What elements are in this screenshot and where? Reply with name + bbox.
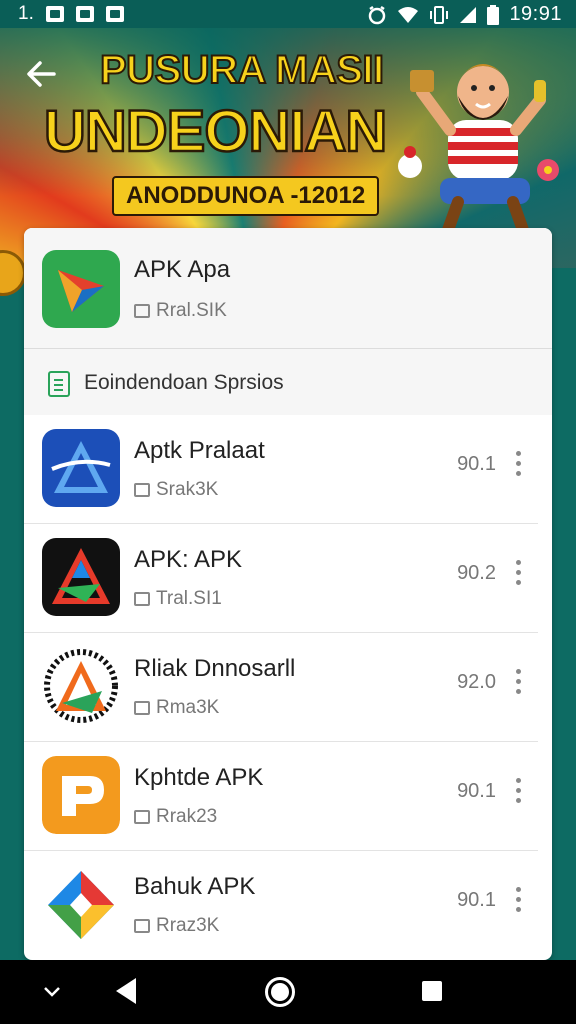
app-meta-text: Rma3K <box>156 697 220 718</box>
app-name: APK: APK <box>134 546 243 573</box>
app-version: 90.1 <box>457 889 496 911</box>
app-name: Kphtde APK <box>134 764 264 791</box>
black-multicolor-a-icon <box>42 538 120 616</box>
mascot-illustration <box>398 64 559 236</box>
app-meta: Tral.SI1 <box>134 588 222 610</box>
app-meta: Rma3K <box>134 697 219 719</box>
app-list-card: APK Apa Rral.SIK Eoindendoan Sprsios Apt… <box>24 228 552 960</box>
alarm-icon <box>369 5 386 24</box>
app-meta-text: Rraz3K <box>156 915 220 936</box>
wifi-icon <box>398 6 419 23</box>
app-meta-text: Rrak23 <box>156 806 218 827</box>
more-options-icon[interactable] <box>508 661 528 701</box>
nav-recents-icon[interactable] <box>422 981 442 1001</box>
green-play-arrow-icon <box>42 250 120 328</box>
featured-app-meta: Rral.SIK <box>134 300 227 322</box>
app-version: 90.1 <box>457 780 496 802</box>
more-options-icon[interactable] <box>508 879 528 919</box>
status-bar: 1. 19:91 <box>0 0 576 28</box>
featured-app-meta-text: Rral.SIK <box>156 300 227 321</box>
app-name: Bahuk APK <box>134 873 256 900</box>
status-left-text: 1. <box>18 3 34 24</box>
app-name: Rliak Dnnosarll <box>134 655 296 682</box>
nav-home-icon[interactable] <box>265 977 295 1007</box>
app-meta: Srak3K <box>134 479 218 501</box>
app-row[interactable]: Rliak Dnnosarll Rma3K 92.0 <box>24 633 538 742</box>
app-version: 90.1 <box>457 453 496 475</box>
colorful-diamond-icon <box>42 865 120 943</box>
nav-back-icon[interactable] <box>112 976 140 1006</box>
sunburst-a-icon <box>42 647 120 725</box>
signal-icon <box>460 6 477 23</box>
app-version: 92.0 <box>457 671 496 693</box>
app-row[interactable]: APK: APK Tral.SI1 90.2 <box>24 524 538 633</box>
document-icon <box>48 371 70 397</box>
more-options-icon[interactable] <box>508 770 528 810</box>
vibrate-icon <box>430 5 449 24</box>
status-left-group: 1. <box>18 3 124 25</box>
app-meta-text: Tral.SI1 <box>156 588 222 609</box>
banner-title-line1: PUSURA MASII <box>99 47 385 93</box>
app-row[interactable]: Bahuk APK Rraz3K 90.1 <box>24 851 538 959</box>
more-options-icon[interactable] <box>508 552 528 592</box>
navigation-bar <box>0 960 576 1024</box>
app-name: Aptk Pralaat <box>134 437 265 464</box>
orange-p-icon <box>42 756 120 834</box>
section-title: Eoindendoan Sprsios <box>84 371 284 394</box>
app-row[interactable]: Kphtde APK Rrak23 90.1 <box>24 742 538 851</box>
section-header: Eoindendoan Sprsios <box>24 349 552 415</box>
back-arrow-icon[interactable] <box>24 56 60 92</box>
more-options-icon[interactable] <box>508 443 528 483</box>
shield-icon <box>75 6 94 22</box>
image-icon <box>45 6 64 22</box>
status-time: 19:91 <box>509 3 562 25</box>
featured-app-row[interactable]: APK Apa Rral.SIK <box>24 228 552 349</box>
chevron-down-icon[interactable] <box>42 982 62 1002</box>
status-right-group: 19:91 <box>367 3 562 26</box>
banner-subtitle: ANODDUNOA -12012 <box>112 176 380 216</box>
featured-app-name: APK Apa <box>134 256 231 283</box>
app-version: 90.2 <box>457 562 496 584</box>
app-meta: Rrak23 <box>134 806 217 828</box>
banner-title-line2: UNDEONIAN <box>43 98 389 166</box>
mail-icon <box>105 6 124 22</box>
app-meta: Rraz3K <box>134 915 219 937</box>
briefcase-icon <box>134 810 150 824</box>
blue-triangle-icon <box>42 429 120 507</box>
briefcase-icon <box>134 919 150 933</box>
briefcase-icon <box>134 592 150 606</box>
app-row[interactable]: Aptk Pralaat Srak3K 90.1 <box>24 415 538 524</box>
home-icon <box>134 304 150 318</box>
home-icon <box>134 483 150 497</box>
battery-icon <box>487 4 500 25</box>
app-meta-text: Srak3K <box>156 479 219 500</box>
briefcase-icon <box>134 701 150 715</box>
